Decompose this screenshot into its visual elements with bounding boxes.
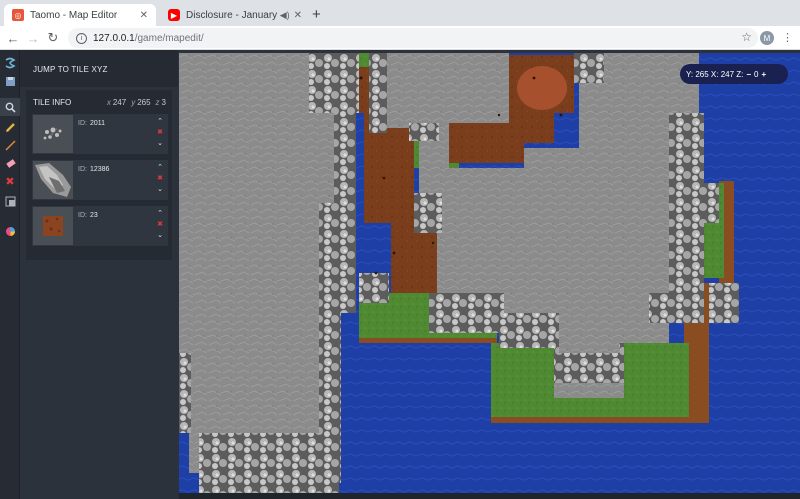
tab-strip: ◎ Taomo - Map Editor ✕ ▶ Disclosure - Ja…: [0, 0, 800, 26]
tile-info-box: TILE INFO x 247 y 265 z 3 ID: 2011 ⌃ ✖ ⌄…: [26, 90, 172, 260]
tile-card[interactable]: ID: 2011 ⌃ ✖ ⌄: [32, 114, 168, 154]
jump-to-tile-button[interactable]: JUMP TO TILE XYZ: [20, 50, 178, 87]
star-icon[interactable]: ☆: [741, 30, 752, 44]
tab-youtube[interactable]: ▶ Disclosure - January - You ◀) ✕: [160, 4, 310, 26]
tile-thumbnail: [33, 207, 73, 245]
reload-icon[interactable]: ↻: [44, 29, 62, 47]
tab-title: Disclosure - January - You: [186, 9, 278, 21]
tile-id: ID: 12386: [78, 166, 110, 173]
tile-card[interactable]: ID: 12386 ⌃ ✖ ⌄: [32, 160, 168, 200]
remove-tile-icon[interactable]: ✖: [156, 220, 164, 228]
tile-card[interactable]: ID: 23 ⌃ ✖ ⌄: [32, 206, 168, 246]
tile-coordinates: x 247 y 265 z 3: [106, 98, 166, 107]
tile-panel: JUMP TO TILE XYZ TILE INFO x 247 y 265 z 3: [20, 50, 178, 499]
tool-sidebar: ✖: [0, 50, 20, 499]
move-up-icon[interactable]: ⌃: [156, 163, 164, 171]
map-editor-app: ✖ JUMP TO TILE XYZ TILE INFO x 247 y 265 z 3: [0, 50, 800, 499]
forward-arrow-icon[interactable]: →: [24, 29, 42, 47]
remove-tile-icon[interactable]: ✖: [156, 174, 164, 182]
layer-icon[interactable]: [3, 194, 17, 208]
taomo-swirl-icon[interactable]: [3, 56, 17, 70]
move-down-icon[interactable]: ⌄: [156, 139, 164, 147]
taomo-logo-icon: ◎: [12, 9, 24, 21]
profile-avatar[interactable]: M: [760, 31, 774, 45]
zoom-in-button[interactable]: +: [762, 70, 767, 79]
address-bar[interactable]: i 127.0.0.1/game/mapedit/ ☆: [68, 28, 758, 48]
move-down-icon[interactable]: ⌄: [156, 231, 164, 239]
delete-x-icon[interactable]: ✖: [3, 174, 17, 188]
zoom-level: 0: [754, 69, 759, 79]
browser-window: ◎ Taomo - Map Editor ✕ ▶ Disclosure - Ja…: [0, 0, 800, 499]
line-icon[interactable]: [3, 138, 17, 152]
move-down-icon[interactable]: ⌄: [156, 185, 164, 193]
tile-id: ID: 2011: [78, 120, 106, 127]
close-icon[interactable]: ✕: [140, 10, 148, 21]
menu-dots-icon[interactable]: ⋮: [782, 31, 793, 44]
move-up-icon[interactable]: ⌃: [156, 117, 164, 125]
move-up-icon[interactable]: ⌃: [156, 209, 164, 217]
map-tiles: [179, 53, 800, 493]
tile-thumbnail: [33, 115, 73, 153]
speaker-icon[interactable]: ◀): [280, 10, 290, 21]
tile-id: ID: 23: [78, 212, 98, 219]
map-canvas[interactable]: Y: 265 X: 247 Z: − 0 +: [179, 53, 800, 493]
map-coordinate-readout: Y: 265 X: 247 Z: − 0 +: [680, 64, 788, 84]
url-host: 127.0.0.1: [93, 32, 135, 44]
youtube-icon: ▶: [168, 9, 180, 21]
palette-icon[interactable]: [3, 224, 17, 238]
zoom-out-button[interactable]: −: [746, 70, 751, 79]
tile-info-heading: TILE INFO: [33, 98, 72, 107]
new-tab-button[interactable]: +: [312, 6, 321, 23]
tab-taomo-map-editor[interactable]: ◎ Taomo - Map Editor ✕: [4, 4, 156, 26]
map-bottom-bar: [179, 493, 800, 499]
info-icon[interactable]: i: [76, 32, 87, 44]
zoom-search-icon[interactable]: [3, 100, 17, 114]
url-path: /game/mapedit/: [134, 32, 204, 44]
eraser-icon[interactable]: [3, 156, 17, 170]
tab-title: Taomo - Map Editor: [30, 9, 118, 21]
pencil-icon[interactable]: [3, 120, 17, 134]
remove-tile-icon[interactable]: ✖: [156, 128, 164, 136]
save-icon[interactable]: [3, 74, 17, 88]
back-arrow-icon[interactable]: ←: [4, 29, 22, 47]
coordinate-text: Y: 265 X: 247 Z:: [686, 69, 744, 79]
tile-thumbnail: [33, 161, 73, 199]
close-icon[interactable]: ✕: [294, 10, 302, 21]
browser-toolbar: ← → ↻ i 127.0.0.1/game/mapedit/ ☆ M ⋮: [0, 26, 800, 50]
